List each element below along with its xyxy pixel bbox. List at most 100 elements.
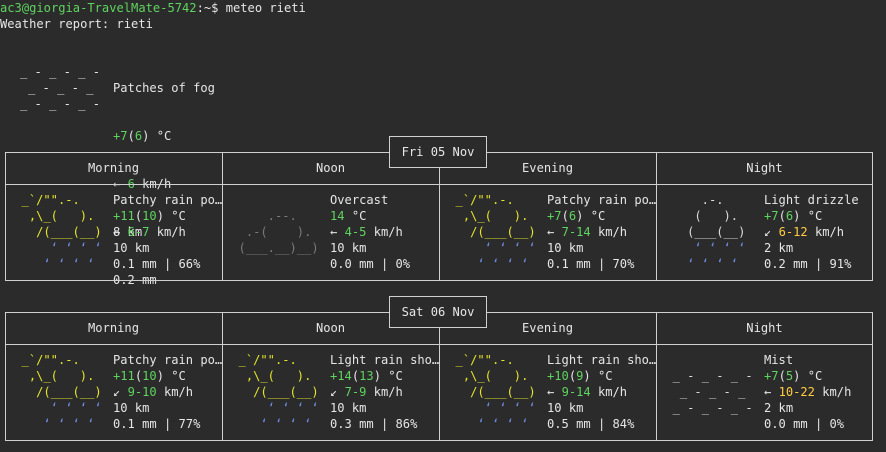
temp-unit: °C — [807, 209, 823, 223]
visibility: 10 km — [547, 241, 584, 255]
wind-value: 10-22 — [778, 385, 815, 399]
icon-art-line: ,\_( ). — [7, 369, 109, 383]
wind-unit: km/h — [597, 385, 628, 399]
icon-art-line: _`/"".-. — [441, 353, 543, 367]
icon-art-line: ‘ ‘ ‘ ‘ — [224, 417, 326, 431]
wind-unit: km/h — [163, 385, 194, 399]
fog-art-line: _ - _ - _ - — [20, 97, 101, 111]
wind-value: 9-10 — [127, 385, 157, 399]
temp-value: +14 — [330, 369, 352, 383]
icon-art-line: ‘ ‘ ‘ ‘ — [224, 401, 334, 415]
icon-art-line: ‘ ‘ ‘ ‘ — [658, 241, 760, 255]
temperature: +7(6) °C — [764, 209, 823, 223]
temperature: +7(6) °C — [547, 209, 606, 223]
wind-value: 6-12 — [778, 225, 808, 239]
temp-feels: 9 — [576, 369, 584, 383]
icon-art-line: _`/"".-. — [7, 353, 109, 367]
wind-arrow-icon: ← — [330, 225, 338, 239]
wind-unit: km/h — [373, 385, 403, 399]
temp-unit: °C — [597, 369, 613, 383]
period-header: Morning — [88, 161, 139, 175]
icon-art-line: ‘ ‘ ‘ ‘ — [441, 257, 543, 271]
icon-art-line: ‘ ‘ ‘ ‘ — [441, 417, 543, 431]
icon-art-line — [658, 416, 760, 432]
fog-art-line: _ - _ - _ - — [20, 65, 101, 79]
icon-art-line: .-( ). — [224, 225, 326, 239]
wind-unit: km/h — [156, 225, 186, 239]
period-header: Night — [746, 321, 783, 335]
wind: ← 9-14 km/h — [547, 384, 656, 400]
rain-sun-icon: _`/"".-. ,\_( ). /(___(__) ‘ ‘ ‘ ‘ ‘ ‘ ‘… — [441, 192, 550, 272]
wind-arrow-icon: ← — [764, 385, 772, 399]
temperature: +11(10) °C — [113, 369, 186, 383]
precipitation: 0.1 mm | 66% — [113, 257, 201, 271]
icon-art-line: ,\_( ). — [441, 369, 543, 383]
period-header: Morning — [88, 321, 139, 335]
visibility: 10 km — [330, 401, 367, 415]
fog-art-line: _ - _ - _ — [28, 81, 94, 95]
icon-art-line: /(___(__) — [441, 385, 543, 399]
icon-art-line: ‘ ‘ ‘ ‘ — [658, 257, 760, 271]
wind-value: 7-9 — [344, 385, 367, 399]
condition-text: Patchy rain po… — [547, 193, 657, 207]
wind-arrow-icon: ↙ — [764, 225, 772, 239]
period-weather: Light rain sho… +14(13) °C ↙ 7-9 km/h 10 km… — [330, 352, 439, 432]
icon-art-line: _`/"".-. — [224, 353, 326, 367]
icon-art-line: _ - _ - _ - — [658, 401, 760, 415]
prompt-user-host: ac3@giorgia-TravelMate-5742 — [0, 1, 197, 15]
rain-sun-icon: _`/"".-. ,\_( ). /(___(__) ‘ ‘ ‘ ‘ ‘ ‘ ‘… — [224, 352, 333, 432]
temp-value: +7 — [547, 209, 562, 223]
period-weather: Patchy rain po… +11(10) °C ↙ 9-10 km/h 10 k… — [113, 352, 222, 432]
condition-text: Patchy rain po… — [113, 353, 223, 367]
command-prompt-line: ac3@giorgia-TravelMate-5742:~$ meteo rie… — [0, 0, 306, 16]
drizzle-icon: .-. ( ). (___(__) ‘ ‘ ‘ ‘ ‘ ‘ ‘ ‘ — [658, 192, 760, 272]
visibility: 10 km — [113, 241, 150, 255]
temp-feels: 6 — [785, 209, 794, 223]
wind-unit: km/h — [814, 225, 845, 239]
temp-unit: °C — [351, 209, 367, 223]
wind-arrow-icon: ← — [113, 225, 121, 239]
rain-sun-icon: _`/"".-. ,\_( ). /(___(__) ‘ ‘ ‘ ‘ ‘ ‘ ‘… — [7, 192, 116, 272]
period-weather: Light rain sho… +10(9) °C ← 9-14 km/h 10 km… — [547, 352, 656, 432]
icon-art-line — [224, 256, 326, 272]
temperature: +11(10) °C — [113, 209, 186, 223]
visibility: 2 km — [764, 401, 794, 415]
temp-value: +10 — [547, 369, 569, 383]
wind-unit: km/h — [373, 225, 403, 239]
visibility: 10 km — [113, 401, 150, 415]
wind: ↙ 7-9 km/h — [330, 384, 439, 400]
fog-icon: _ - _ - _ - _ - _ - _ _ - _ - _ - — [20, 64, 100, 112]
precipitation: 0.0 mm | 0% — [764, 417, 845, 431]
temp-feels: 13 — [359, 369, 374, 383]
icon-art-line: (___(__) — [658, 225, 760, 239]
temperature: +14(13) °C — [330, 369, 403, 383]
temp-feels: 10 — [142, 209, 157, 223]
period-weather: Patchy rain po… +11(10) °C ← 6-7 km/h 10 km… — [113, 192, 222, 272]
icon-art-line: ‘ ‘ ‘ ‘ — [441, 401, 551, 415]
icon-art-line: ,\_( ). — [441, 209, 543, 223]
precipitation: 0.1 mm | 70% — [547, 257, 635, 271]
wind-value: 9-14 — [561, 385, 591, 399]
icon-art-line: ‘ ‘ ‘ ‘ — [7, 241, 117, 255]
wind: ↙ 6-12 km/h — [764, 224, 859, 240]
period-weather: Light drizzle +7(6) °C ↙ 6-12 km/h 2 km 0.2 … — [764, 192, 859, 272]
prompt-path: :~ — [196, 1, 212, 15]
precipitation: 0.1 mm | 77% — [113, 417, 201, 431]
wind-unit: km/h — [597, 225, 628, 239]
icon-art-line — [658, 352, 760, 368]
temp-feels: 10 — [142, 369, 157, 383]
terminal-window[interactable]: ac3@giorgia-TravelMate-5742:~$ meteo rie… — [0, 0, 886, 452]
forecast-date-label: Fri 05 Nov — [389, 136, 487, 168]
precipitation: 0.2 mm | 91% — [764, 257, 852, 271]
icon-art-line: /(___(__) — [7, 225, 109, 239]
wind-arrow-icon: ↙ — [113, 385, 121, 399]
visibility: 2 km — [764, 241, 794, 255]
icon-art-line: _ - _ - _ — [658, 385, 760, 399]
precipitation: 0.3 mm | 86% — [330, 417, 418, 431]
icon-art-line: _`/"".-. — [7, 193, 109, 207]
prompt-command: meteo rieti — [218, 1, 306, 15]
temp-feels: 6 — [568, 209, 577, 223]
icon-art-line: /(___(__) — [224, 385, 326, 399]
icon-art-line: /(___(__) — [441, 225, 543, 239]
wind-unit: km/h — [822, 385, 852, 399]
